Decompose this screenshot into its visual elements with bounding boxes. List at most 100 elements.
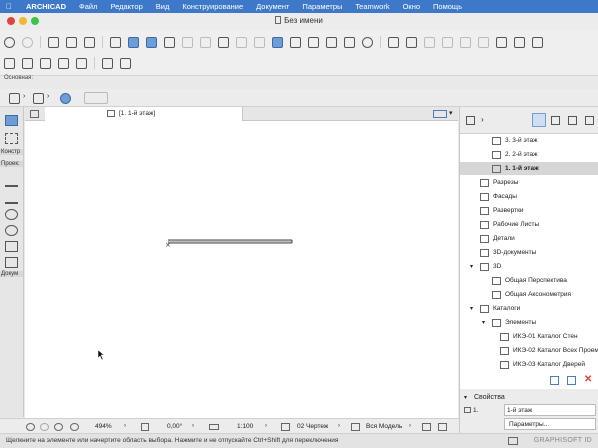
layer-combination-value[interactable]: 02 Чертеж bbox=[297, 423, 328, 430]
rotate-view-icon[interactable] bbox=[141, 423, 149, 431]
properties-settings-button[interactable]: Параметры... bbox=[504, 418, 596, 430]
trace-icon[interactable] bbox=[218, 36, 229, 48]
publisher-sets-icon[interactable] bbox=[585, 116, 594, 125]
fillet-icon[interactable] bbox=[442, 36, 453, 48]
teamwork-send-icon[interactable] bbox=[102, 57, 113, 69]
drawing-canvas[interactable]: × bbox=[25, 121, 458, 418]
dimension-standard-icon[interactable] bbox=[438, 423, 447, 431]
tab-grid-icon[interactable] bbox=[30, 110, 39, 118]
pet-palette-icon[interactable] bbox=[48, 36, 59, 48]
redo-zoom-icon[interactable] bbox=[40, 423, 49, 431]
navigator-item[interactable]: ИКЭ-01 Каталог Стен bbox=[460, 330, 598, 343]
selection-method-icon[interactable] bbox=[9, 93, 20, 104]
level-dimension-icon[interactable] bbox=[5, 176, 18, 187]
view-options-icon[interactable] bbox=[433, 110, 447, 118]
pointer-icon[interactable] bbox=[84, 92, 108, 104]
graphic-override-icon[interactable] bbox=[76, 57, 87, 69]
grid-element-icon[interactable] bbox=[5, 225, 18, 236]
navigator-item[interactable]: Разрезы bbox=[460, 176, 598, 189]
eyedropper-icon[interactable] bbox=[66, 36, 77, 48]
menu-teamwork[interactable]: Teamwork bbox=[355, 2, 389, 11]
syringe-icon[interactable] bbox=[84, 36, 95, 48]
disclosure-triangle-icon[interactable]: ▾ bbox=[470, 305, 473, 312]
rotate-icon[interactable] bbox=[60, 93, 71, 104]
chevron-right-icon[interactable]: › bbox=[265, 423, 267, 429]
navigator-item[interactable]: 1. 1-й этаж bbox=[460, 162, 598, 175]
chevron-right-icon[interactable]: › bbox=[47, 93, 49, 100]
align-icon[interactable] bbox=[532, 36, 543, 48]
menu-file[interactable]: Файл bbox=[79, 2, 97, 11]
toggle-panel-icon[interactable] bbox=[508, 437, 518, 445]
chevron-right-icon[interactable]: › bbox=[338, 423, 340, 429]
chevron-right-icon[interactable]: › bbox=[409, 423, 411, 429]
navigator-options-icon[interactable] bbox=[466, 116, 475, 125]
menu-window[interactable]: Окно bbox=[403, 2, 420, 11]
change-tool-icon[interactable] bbox=[5, 257, 18, 268]
marquee-tool-icon[interactable] bbox=[5, 133, 18, 144]
grid-snap-icon[interactable] bbox=[164, 36, 175, 48]
navigator-item[interactable]: Развертки bbox=[460, 204, 598, 217]
toolbox-group-document[interactable]: Докум bbox=[0, 271, 23, 277]
tab-floor-plan[interactable]: [1. 1-й этаж] bbox=[45, 107, 243, 121]
navigator-item[interactable]: ▾ Элементы bbox=[460, 316, 598, 329]
layer-settings-icon[interactable] bbox=[4, 57, 15, 69]
roof-trim-icon[interactable] bbox=[478, 36, 489, 48]
save-view-icon[interactable] bbox=[567, 376, 576, 385]
navigator-item[interactable]: Детали bbox=[460, 232, 598, 245]
undo-zoom-icon[interactable] bbox=[26, 423, 35, 431]
chevron-down-icon[interactable]: ▾ bbox=[449, 109, 453, 117]
navigator-item[interactable]: ▾ 3D bbox=[460, 260, 598, 273]
element-info-icon[interactable] bbox=[308, 36, 319, 48]
marquee-method-icon[interactable] bbox=[33, 93, 44, 104]
zoom-out-icon[interactable] bbox=[70, 423, 79, 431]
navigator-item[interactable]: ИКЭ-03 Каталог Дверей bbox=[460, 358, 598, 371]
elevation-marker-icon[interactable] bbox=[514, 36, 525, 48]
delete-icon[interactable]: ✕ bbox=[584, 374, 592, 385]
menu-edit[interactable]: Редактор bbox=[110, 2, 142, 11]
pen-set-icon[interactable] bbox=[422, 423, 431, 431]
suspend-groups-icon[interactable] bbox=[272, 36, 283, 48]
undo-icon[interactable] bbox=[4, 36, 15, 48]
zoom-value[interactable]: 494% bbox=[95, 423, 112, 430]
pen-set-icon[interactable] bbox=[58, 57, 69, 69]
menu-options[interactable]: Параметры bbox=[302, 2, 342, 11]
magic-wand-icon[interactable] bbox=[200, 36, 211, 48]
redo-icon[interactable] bbox=[22, 36, 33, 48]
toolbox-group-view[interactable]: Проек: bbox=[0, 161, 23, 167]
chevron-right-icon[interactable]: › bbox=[481, 115, 484, 124]
3d-view-icon[interactable] bbox=[344, 36, 355, 48]
dimension-icon[interactable] bbox=[110, 36, 121, 48]
app-menu[interactable]: ARCHICAD bbox=[26, 2, 66, 11]
toolbox-group-design[interactable]: Констр bbox=[0, 149, 23, 155]
offset-icon[interactable] bbox=[460, 36, 471, 48]
menu-help[interactable]: Помощь bbox=[433, 2, 462, 11]
scale-value[interactable]: 1:100 bbox=[237, 423, 253, 430]
new-view-icon[interactable] bbox=[550, 376, 559, 385]
flag-icon[interactable] bbox=[496, 36, 507, 48]
disclosure-triangle-icon[interactable]: ▾ bbox=[482, 319, 485, 326]
display-order-icon[interactable] bbox=[22, 57, 33, 69]
model-view-icon[interactable] bbox=[40, 57, 51, 69]
navigator-item[interactable]: ▾ Каталоги bbox=[460, 302, 598, 315]
layout-icon[interactable] bbox=[290, 36, 301, 48]
graphisoft-id-link[interactable]: GRAPHISOFT ID bbox=[534, 437, 592, 444]
elevation-dimension-icon[interactable] bbox=[5, 193, 18, 204]
group-icon[interactable] bbox=[254, 36, 265, 48]
lock-icon[interactable] bbox=[236, 36, 247, 48]
menu-view[interactable]: Вид bbox=[156, 2, 170, 11]
explode-icon[interactable] bbox=[326, 36, 337, 48]
adjust-icon[interactable] bbox=[406, 36, 417, 48]
navigator-item[interactable]: Фасады bbox=[460, 190, 598, 203]
disclosure-triangle-icon[interactable]: ▾ bbox=[470, 263, 473, 270]
collapse-triangle-icon[interactable]: ▾ bbox=[464, 394, 467, 401]
navigator-item[interactable]: Рабочие Листы bbox=[460, 218, 598, 231]
navigator-item[interactable]: Общая Перспектива bbox=[460, 274, 598, 287]
menu-design[interactable]: Конструирование bbox=[182, 2, 243, 11]
zoom-in-icon[interactable] bbox=[54, 423, 63, 431]
project-map-icon[interactable] bbox=[532, 113, 546, 127]
menu-document[interactable]: Документ bbox=[256, 2, 289, 11]
chevron-right-icon[interactable]: › bbox=[23, 93, 25, 100]
intersect-icon[interactable] bbox=[424, 36, 435, 48]
navigator-item[interactable]: ИКЭ-02 Каталог Всех Проемов bbox=[460, 344, 598, 357]
guide-line-icon[interactable] bbox=[128, 36, 139, 48]
